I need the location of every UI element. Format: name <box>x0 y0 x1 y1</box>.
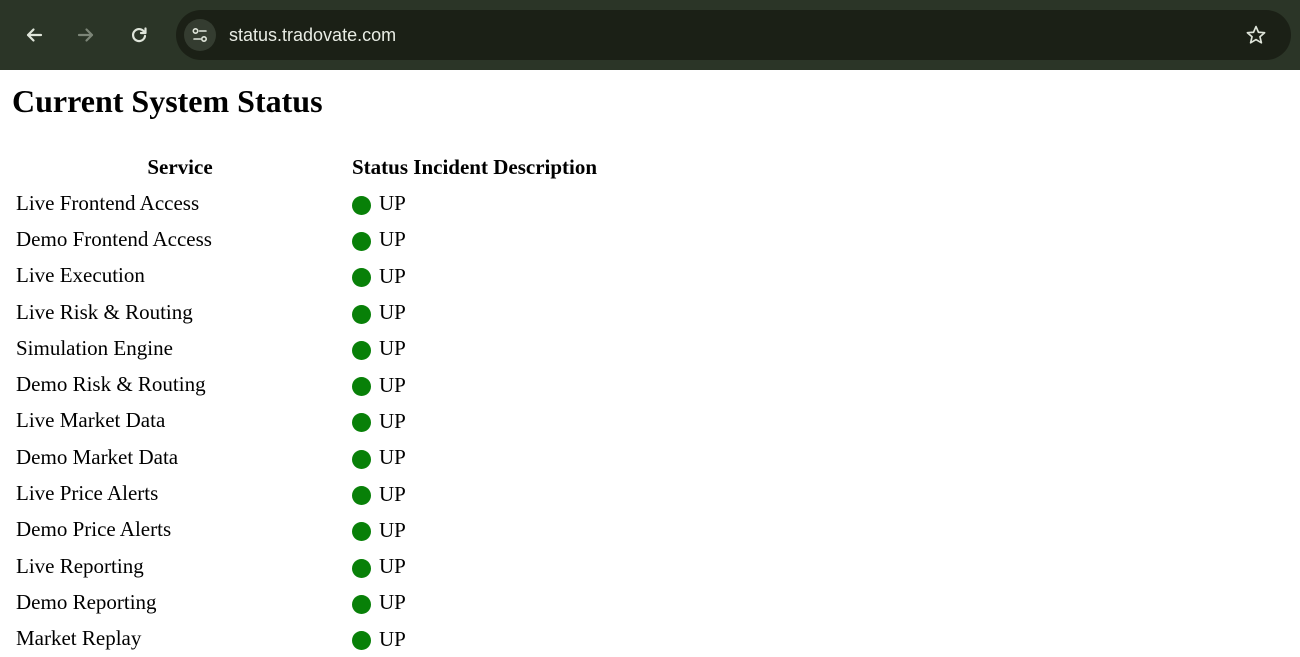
status-label: UP <box>379 445 406 470</box>
status-indicator: UP <box>352 294 597 330</box>
site-info-button[interactable] <box>184 19 216 51</box>
status-column-headers: Status Incident Description <box>352 149 597 185</box>
page-title: Current System Status <box>12 83 323 119</box>
status-dot-icon <box>352 486 371 506</box>
reload-icon <box>131 27 147 43</box>
status-indicator: UP <box>352 258 597 294</box>
status-dot-icon <box>352 231 371 251</box>
status-dot-icon <box>352 195 371 215</box>
status-dot-icon <box>352 268 371 288</box>
service-name: Demo Market Data <box>16 444 179 469</box>
status-label: UP <box>379 191 406 216</box>
service-name: Demo Reporting <box>16 589 157 614</box>
status-indicator: UP <box>352 330 597 366</box>
service-name: Market Replay <box>16 626 142 651</box>
status-cell: UP <box>352 548 597 584</box>
service-name: Live Market Data <box>16 408 166 433</box>
status-dot-icon <box>352 413 371 433</box>
status-label: UP <box>379 372 406 397</box>
status-indicator: UP <box>352 185 597 221</box>
status-indicator: UP <box>352 366 597 402</box>
status-indicator: UP <box>352 475 597 511</box>
status-dot-icon <box>352 449 371 469</box>
table-row: Simulation Engine UP <box>8 330 597 366</box>
table-row: Live Price Alerts UP <box>8 475 597 511</box>
service-name: Live Reporting <box>16 553 144 578</box>
status-table-body: Live Frontend Access UP Demo Frontend Acce… <box>8 185 597 657</box>
status-label: UP <box>379 517 406 542</box>
status-cell: UP <box>352 475 597 511</box>
status-label: UP <box>379 263 406 288</box>
status-label: UP <box>379 408 406 433</box>
status-indicator: UP <box>352 221 597 257</box>
status-table: Service Status Incident Description Live… <box>8 149 597 657</box>
reload-button[interactable] <box>124 20 154 50</box>
service-name: Live Execution <box>16 263 145 288</box>
star-icon <box>1246 25 1266 44</box>
status-indicator: UP <box>352 621 597 657</box>
forward-button[interactable] <box>71 20 101 50</box>
table-row: Live Frontend Access UP <box>8 185 597 221</box>
status-cell: UP <box>352 185 597 221</box>
status-dot-icon <box>352 304 371 324</box>
status-dot-icon <box>352 558 371 578</box>
table-row: Demo Price Alerts UP <box>8 512 597 548</box>
status-cell: UP <box>352 439 597 475</box>
status-cell: UP <box>352 621 597 657</box>
service-name: Demo Price Alerts <box>16 517 172 542</box>
status-indicator: UP <box>352 439 597 475</box>
table-row: Demo Frontend Access UP <box>8 221 597 257</box>
status-dot-icon <box>352 340 371 360</box>
status-cell: UP <box>352 294 597 330</box>
status-label: UP <box>379 227 406 252</box>
status-cell: UP <box>352 366 597 402</box>
table-row: Live Market Data UP <box>8 403 597 439</box>
status-cell: UP <box>352 330 597 366</box>
browser-toolbar: status.tradovate.com <box>0 0 1300 70</box>
service-name: Live Frontend Access <box>16 190 200 215</box>
service-name: Demo Risk & Routing <box>16 372 206 397</box>
status-label: UP <box>379 626 406 651</box>
arrow-right-icon <box>77 28 94 42</box>
service-name: Live Price Alerts <box>16 481 159 506</box>
status-cell: UP <box>352 221 597 257</box>
service-name: Demo Frontend Access <box>16 226 212 251</box>
status-label: UP <box>379 336 406 361</box>
status-cell: UP <box>352 512 597 548</box>
bookmark-button[interactable] <box>1243 22 1269 48</box>
arrow-left-icon <box>26 28 43 42</box>
url-text[interactable]: status.tradovate.com <box>229 24 396 46</box>
status-cell: UP <box>352 584 597 620</box>
status-label: UP <box>379 554 406 579</box>
service-name: Simulation Engine <box>16 335 173 360</box>
status-column-header: Status <box>352 154 409 179</box>
status-dot-icon <box>352 377 371 397</box>
status-cell: UP <box>352 403 597 439</box>
tune-icon <box>192 27 208 43</box>
status-dot-icon <box>352 631 371 651</box>
status-label: UP <box>379 300 406 325</box>
status-cell: UP <box>352 258 597 294</box>
table-header-row: Service Status Incident Description <box>8 149 597 185</box>
status-indicator: UP <box>352 548 597 584</box>
address-bar[interactable]: status.tradovate.com <box>176 10 1291 60</box>
table-row: Demo Reporting UP <box>8 584 597 620</box>
status-indicator: UP <box>352 512 597 548</box>
incident-column-header: Incident Description <box>413 154 598 179</box>
status-indicator: UP <box>352 584 597 620</box>
status-dot-icon <box>352 522 371 542</box>
table-row: Live Risk & Routing UP <box>8 294 597 330</box>
table-row: Demo Risk & Routing UP <box>8 366 597 402</box>
table-row: Live Execution UP <box>8 258 597 294</box>
status-indicator: UP <box>352 403 597 439</box>
table-row: Live Reporting UP <box>8 548 597 584</box>
service-column-header: Service <box>147 154 213 179</box>
table-row: Demo Market Data UP <box>8 439 597 475</box>
table-row: Market Replay UP <box>8 621 597 657</box>
status-dot-icon <box>352 594 371 614</box>
service-name: Live Risk & Routing <box>16 299 193 324</box>
status-label: UP <box>379 481 406 506</box>
back-button[interactable] <box>19 20 49 50</box>
status-label: UP <box>379 590 406 615</box>
